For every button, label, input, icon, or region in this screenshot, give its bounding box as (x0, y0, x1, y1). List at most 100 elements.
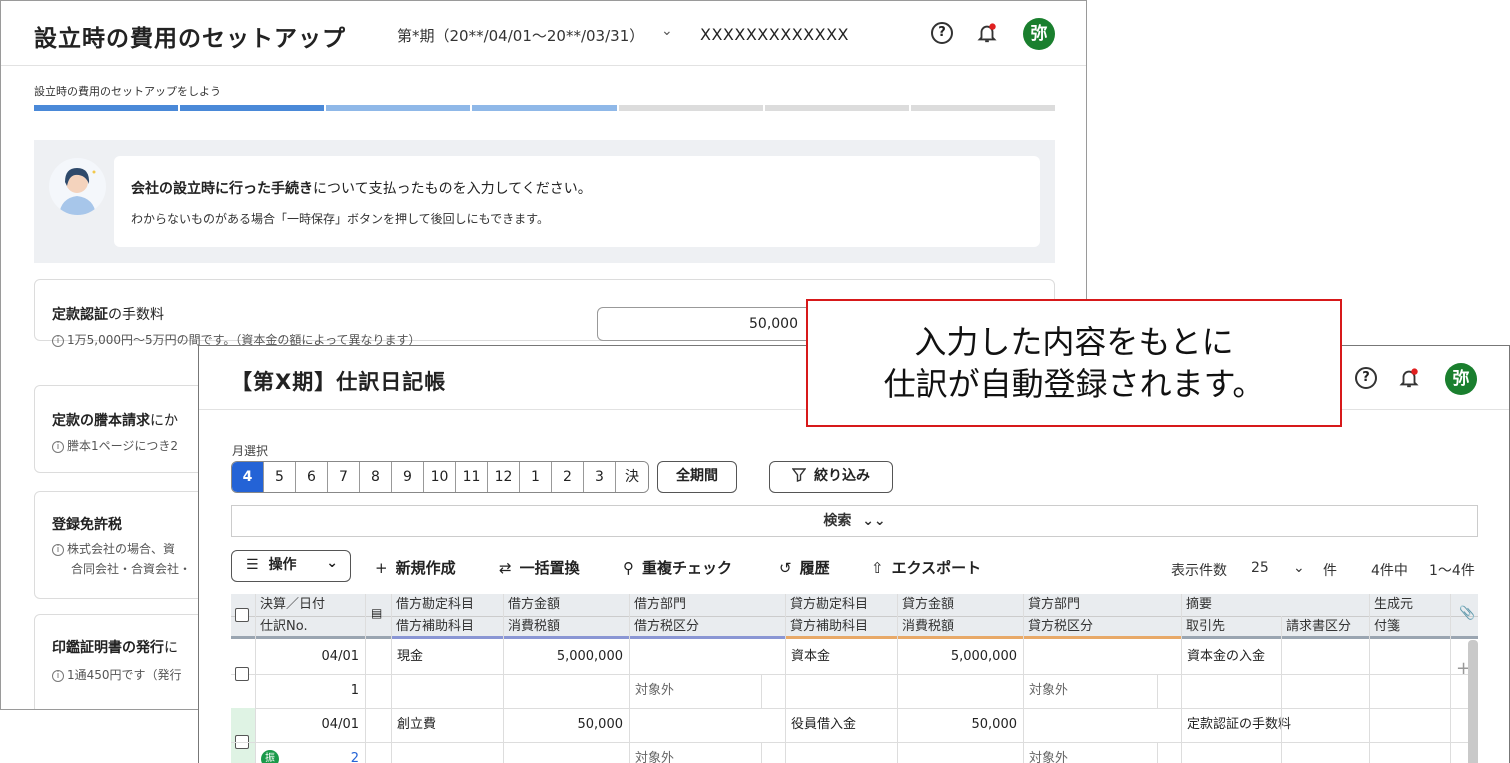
range-text: 1〜4件 (1429, 563, 1475, 579)
col-credit-dept[interactable]: 貸方部門 (1023, 594, 1080, 616)
avatar[interactable]: 弥 (1445, 363, 1477, 395)
entry-no[interactable]: 1 (255, 674, 365, 708)
row-checkbox[interactable] (235, 667, 249, 681)
chevron-down-icon[interactable]: ⌄ (1293, 560, 1305, 576)
month-button-6[interactable]: 6 (296, 462, 328, 492)
period-selector[interactable]: 第*期（20**/04/01〜20**/03/31） (397, 25, 644, 46)
debit-tax-category[interactable]: 対象外 (629, 674, 680, 708)
note-icon: ▤ (371, 606, 383, 620)
search-toggle[interactable]: 検索 ⌄⌄ (231, 505, 1478, 537)
month-button-8[interactable]: 8 (360, 462, 392, 492)
duplicate-check-button[interactable]: ⚲ 重複チェック (623, 557, 732, 578)
avatar[interactable]: 弥 (1023, 18, 1055, 50)
bell-icon[interactable] (976, 21, 998, 45)
history-button[interactable]: ↺ 履歴 (779, 557, 830, 578)
month-selector[interactable]: 4 5 6 7 8 9 10 11 12 1 2 3 決 (231, 461, 649, 493)
col-memo[interactable]: 摘要 (1181, 594, 1212, 616)
col-sticky[interactable]: 付箋 (1369, 616, 1400, 638)
help-icon[interactable]: ? (931, 22, 953, 44)
info-icon: i (52, 334, 64, 347)
credit-amount[interactable]: 5,000,000 (897, 640, 1023, 674)
month-button-4[interactable]: 4 (232, 462, 264, 492)
col-credit-sub[interactable]: 貸方補助科目 (785, 616, 868, 638)
transfer-badge: 振 (261, 750, 279, 763)
credit-tax-category[interactable]: 対象外 (1023, 674, 1074, 708)
month-button-3[interactable]: 3 (584, 462, 616, 492)
debit-amount[interactable]: 50,000 (503, 708, 629, 742)
all-period-button[interactable]: 全期間 (657, 461, 737, 493)
entry-date[interactable]: 04/01 (255, 708, 365, 742)
debit-tax-category[interactable]: 対象外 (629, 742, 680, 763)
menu-icon: ☰ (246, 557, 259, 573)
credit-tax-category[interactable]: 対象外 (1023, 742, 1074, 763)
operate-menu-button[interactable]: ☰ 操作 ⌄ (231, 550, 351, 582)
col-debit-tax-amt[interactable]: 消費税額 (503, 616, 560, 638)
month-button-12[interactable]: 12 (488, 462, 520, 492)
col-date[interactable]: 決算／日付 (255, 594, 325, 616)
notary-fee-input[interactable]: 50,000 (597, 307, 817, 341)
debit-account[interactable]: 創立費 (391, 708, 442, 742)
card-note-2: 合同会社・合資会社・ (71, 562, 192, 576)
bell-icon[interactable] (1398, 366, 1420, 390)
month-button-5[interactable]: 5 (264, 462, 296, 492)
col-debit-dept[interactable]: 借方部門 (629, 594, 686, 616)
export-icon: ⇧ (871, 559, 884, 577)
month-button-9[interactable]: 9 (392, 462, 424, 492)
credit-account[interactable]: 役員借入金 (785, 708, 862, 742)
attachment-icon[interactable]: 📎 (1459, 606, 1475, 621)
card-note: i 1通450円です（発行 (52, 666, 182, 683)
card-title: 登録免許税 (52, 517, 122, 533)
company-name: XXXXXXXXXXXXX (700, 25, 849, 44)
credit-account[interactable]: 資本金 (785, 640, 836, 674)
replace-icon: ⇄ (499, 559, 512, 577)
month-button-決[interactable]: 決 (616, 462, 648, 492)
debit-account[interactable]: 現金 (391, 640, 429, 674)
month-button-2[interactable]: 2 (552, 462, 584, 492)
month-button-10[interactable]: 10 (424, 462, 456, 492)
per-page-select[interactable]: 25 (1251, 560, 1269, 576)
select-all-checkbox[interactable] (235, 608, 249, 622)
col-debit-amount[interactable]: 借方金額 (503, 594, 560, 616)
export-button[interactable]: ⇧ エクスポート (871, 557, 981, 578)
col-entry-no[interactable]: 仕訳No. (255, 616, 308, 638)
progress-step-4 (472, 105, 617, 111)
filter-button[interactable]: 絞り込み (769, 461, 893, 493)
month-button-7[interactable]: 7 (328, 462, 360, 492)
per-page-label: 表示件数 (1171, 563, 1227, 579)
callout-line-2: 仕訳が自動登録されます。 (883, 365, 1265, 403)
progress-steps (34, 105, 1055, 111)
progress-step-1 (34, 105, 179, 111)
assistant-avatar-icon (49, 158, 106, 215)
card-title: 印鑑証明書の発行に (52, 640, 178, 656)
col-source[interactable]: 生成元 (1369, 594, 1413, 616)
card-note: i 株式会社の場合、資 (52, 540, 175, 557)
scrollbar[interactable] (1468, 640, 1478, 763)
step-label: 設立時の費用のセットアップをしよう (34, 85, 221, 98)
col-partner[interactable]: 取引先 (1181, 616, 1225, 638)
memo[interactable]: 定款認証の手数料 (1181, 708, 1297, 742)
month-button-1[interactable]: 1 (520, 462, 552, 492)
col-debit-account[interactable]: 借方勘定科目 (391, 594, 474, 616)
help-icon[interactable]: ? (1355, 367, 1377, 389)
history-icon: ↺ (779, 559, 792, 577)
entry-date[interactable]: 04/01 (255, 640, 365, 674)
col-debit-tax-cat[interactable]: 借方税区分 (629, 616, 699, 638)
col-debit-sub[interactable]: 借方補助科目 (391, 616, 474, 638)
per-page-unit: 件 (1323, 563, 1337, 579)
col-credit-account[interactable]: 貸方勘定科目 (785, 594, 868, 616)
page-title: 設立時の費用のセットアップ (34, 26, 346, 52)
col-credit-tax-amt[interactable]: 消費税額 (897, 616, 954, 638)
debit-amount[interactable]: 5,000,000 (503, 640, 629, 674)
chevron-down-icon[interactable]: ⌄ (661, 23, 673, 39)
new-entry-button[interactable]: + 新規作成 (375, 557, 456, 578)
info-icon: i (52, 440, 64, 453)
col-invoice-type[interactable]: 請求書区分 (1281, 616, 1351, 638)
memo[interactable]: 資本金の入金 (1181, 640, 1271, 674)
progress-step-3 (326, 105, 471, 111)
col-credit-tax-cat[interactable]: 貸方税区分 (1023, 616, 1093, 638)
month-button-11[interactable]: 11 (456, 462, 488, 492)
month-label: 月選択 (232, 444, 269, 458)
credit-amount[interactable]: 50,000 (897, 708, 1023, 742)
bulk-replace-button[interactable]: ⇄ 一括置換 (499, 557, 580, 578)
col-credit-amount[interactable]: 貸方金額 (897, 594, 954, 616)
